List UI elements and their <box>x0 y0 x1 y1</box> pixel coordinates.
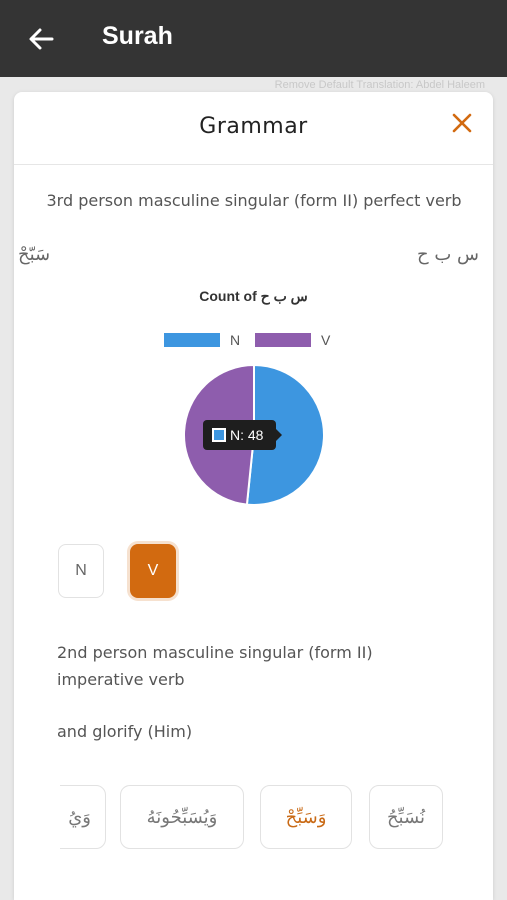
legend-label-n: N <box>230 332 241 348</box>
legend-swatch-n <box>164 333 220 347</box>
tooltip-label: N: 48 <box>230 427 264 443</box>
chart-title: Count of س ب ح <box>199 288 308 304</box>
toggle-n-button[interactable]: N <box>58 544 104 598</box>
grammar-description: 3rd person masculine singular (form II) … <box>46 191 462 210</box>
word-chip-selected[interactable]: وَسَبِّحْ <box>260 785 352 849</box>
word-chip[interactable]: وَيُسَبِّحُونَهُ <box>120 785 244 849</box>
arabic-root: س ب ح <box>417 244 479 265</box>
grammar-dialog: Grammar 3rd person masculine singular (f… <box>14 92 493 900</box>
word-gloss: and glorify (Him) <box>57 722 193 741</box>
dialog-header: Grammar <box>14 92 493 165</box>
legend-item-n[interactable]: N <box>164 332 240 348</box>
close-icon[interactable] <box>449 110 475 136</box>
tooltip-swatch <box>212 428 226 442</box>
page-title: Surah <box>102 22 173 50</box>
word-chip-list[interactable]: نُسَبِّحُ وَسَبِّحْ وَيُسَبِّحُونَهُ وَي… <box>14 785 493 851</box>
legend-item-v[interactable]: V <box>255 332 330 348</box>
word-chip[interactable]: نُسَبِّحُ <box>369 785 443 849</box>
legend-label-v: V <box>321 332 331 348</box>
dialog-title: Grammar <box>199 114 308 139</box>
arabic-word: سَبّحْ <box>18 244 51 265</box>
selected-description: 2nd person masculine singular (form II) … <box>57 643 373 689</box>
toggle-v-button[interactable]: V <box>130 544 176 598</box>
chart-tooltip: N: 48 <box>203 420 282 450</box>
background-translation-hint[interactable]: Remove Default Translation: Abdel Haleem <box>275 79 485 91</box>
legend-swatch-v <box>255 333 311 347</box>
app-bar: Surah <box>0 0 507 77</box>
scroll-fade <box>14 785 60 851</box>
back-arrow-icon[interactable] <box>26 24 56 54</box>
